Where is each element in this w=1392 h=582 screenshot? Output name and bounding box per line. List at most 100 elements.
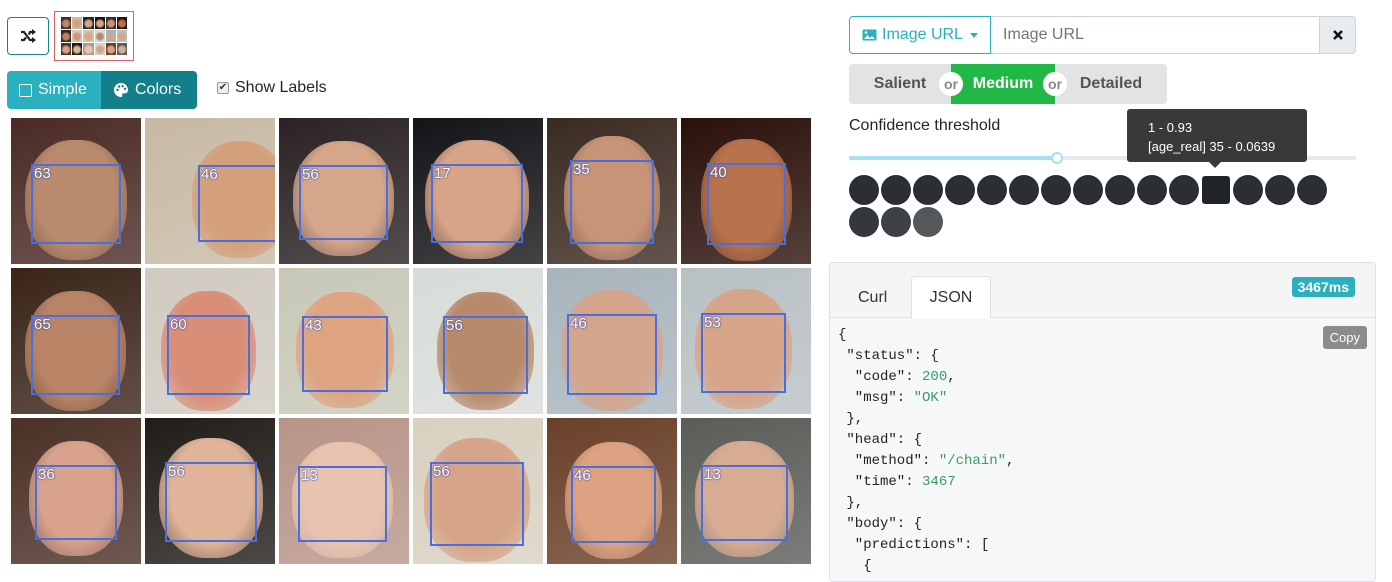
image-url-input[interactable]: [991, 16, 1320, 54]
json-line: "code": 200,: [838, 369, 956, 385]
colors-mode-button[interactable]: Colors: [101, 71, 197, 109]
result-dot[interactable]: [1041, 175, 1071, 205]
face-bounding-box[interactable]: 46: [567, 314, 657, 395]
detail-medium-button[interactable]: Medium: [951, 64, 1055, 104]
face-bounding-box[interactable]: 56: [443, 316, 528, 394]
result-dot[interactable]: [1202, 176, 1230, 204]
face-bounding-box[interactable]: 43: [302, 316, 388, 392]
age-label: 56: [433, 463, 450, 480]
image-grid-thumbnail[interactable]: [54, 11, 134, 61]
age-label: 53: [704, 314, 721, 331]
face-bounding-box[interactable]: 36: [35, 465, 117, 540]
face-bounding-box[interactable]: 46: [571, 466, 656, 543]
result-dot[interactable]: [881, 207, 911, 237]
age-label: 56: [446, 317, 463, 334]
thumbnail-tile: [72, 43, 83, 55]
thumbnail-tile: [105, 43, 116, 55]
result-dot[interactable]: [913, 175, 943, 205]
shuffle-button[interactable]: [7, 17, 49, 55]
input-source-dropdown[interactable]: Image URL: [849, 16, 991, 54]
thumbnail-tile: [61, 17, 72, 29]
slider-handle[interactable]: [1050, 152, 1063, 164]
face-result-tile[interactable]: 40: [681, 118, 811, 264]
face-bounding-box[interactable]: 56: [165, 462, 257, 542]
result-dot[interactable]: [977, 175, 1007, 205]
age-label: 46: [574, 467, 591, 484]
face-result-tile[interactable]: 65: [11, 268, 141, 414]
simple-mode-button[interactable]: Simple: [7, 71, 101, 109]
face-result-tile[interactable]: 56: [145, 418, 275, 564]
clear-button[interactable]: [1320, 16, 1356, 54]
face-result-tile[interactable]: 60: [145, 268, 275, 414]
json-line: "head": {: [838, 432, 923, 448]
json-line: "time": 3467: [838, 474, 956, 490]
timing-badge: 3467ms: [1291, 277, 1355, 297]
or-separator: or: [939, 72, 963, 96]
result-dot[interactable]: [1169, 175, 1199, 205]
result-dot[interactable]: [881, 175, 911, 205]
detail-level-selector: Salient or Medium or Detailed: [849, 64, 1167, 104]
input-source-label: Image URL: [882, 26, 963, 43]
or-separator: or: [1043, 72, 1067, 96]
json-line: {: [838, 327, 847, 343]
face-result-tile[interactable]: 35: [547, 118, 677, 264]
face-bounding-box[interactable]: 40: [707, 163, 786, 245]
simple-label: Simple: [38, 81, 87, 98]
face-bounding-box[interactable]: 60: [167, 315, 250, 395]
thumbnail-tile: [83, 17, 94, 29]
face-result-tile[interactable]: 56: [413, 268, 543, 414]
age-label: 40: [710, 164, 727, 181]
face-result-tile[interactable]: 43: [279, 268, 409, 414]
result-dot[interactable]: [1137, 175, 1167, 205]
result-dot[interactable]: [849, 175, 879, 205]
face-bounding-box[interactable]: 17: [431, 164, 523, 243]
copy-button[interactable]: Copy: [1322, 326, 1367, 349]
result-dot[interactable]: [1105, 175, 1135, 205]
detail-salient-button[interactable]: Salient: [849, 64, 951, 104]
face-bounding-box[interactable]: 65: [31, 315, 120, 395]
age-label: 63: [34, 165, 51, 182]
prediction-tooltip: 1 - 0.93 [age_real] 35 - 0.0639: [1127, 109, 1307, 168]
image-url-input-group: Image URL: [849, 16, 1356, 54]
result-dot[interactable]: [945, 175, 975, 205]
face-result-tile[interactable]: 46: [145, 118, 275, 264]
result-dot[interactable]: [1073, 175, 1103, 205]
face-bounding-box[interactable]: 63: [31, 164, 121, 244]
face-bounding-box[interactable]: 56: [299, 165, 388, 240]
age-label: 17: [434, 165, 451, 182]
face-result-tile[interactable]: 46: [547, 268, 677, 414]
tab-json[interactable]: JSON: [911, 276, 991, 319]
result-dot[interactable]: [913, 207, 943, 237]
thumbnail-tile: [61, 43, 72, 55]
face-result-tile[interactable]: 13: [279, 418, 409, 564]
face-result-tile[interactable]: 56: [413, 418, 543, 564]
result-dot[interactable]: [1297, 175, 1327, 205]
result-dot[interactable]: [849, 207, 879, 237]
face-bounding-box[interactable]: 35: [570, 160, 654, 244]
face-results-grid: 63 46 56 17 35 40 65 60 43 56 46 53 36 56 13 56 46 13: [11, 118, 811, 564]
face-bounding-box[interactable]: 53: [701, 313, 786, 393]
thumbnail-tile: [61, 30, 72, 42]
response-tabs: Curl JSON 3467ms: [830, 263, 1375, 319]
show-labels-toggle[interactable]: ✔ Show Labels: [217, 79, 327, 97]
detail-detailed-button[interactable]: Detailed: [1055, 64, 1167, 104]
result-dot[interactable]: [1233, 175, 1263, 205]
face-result-tile[interactable]: 63: [11, 118, 141, 264]
face-bounding-box[interactable]: 13: [298, 466, 387, 542]
colors-label: Colors: [135, 81, 182, 98]
result-dot[interactable]: [1009, 175, 1039, 205]
face-bounding-box[interactable]: 13: [701, 465, 788, 541]
face-result-tile[interactable]: 17: [413, 118, 543, 264]
tab-curl[interactable]: Curl: [842, 276, 903, 319]
palette-icon: [114, 83, 128, 97]
result-dot[interactable]: [1265, 175, 1295, 205]
face-result-tile[interactable]: 56: [279, 118, 409, 264]
face-result-tile[interactable]: 13: [681, 418, 811, 564]
face-result-tile[interactable]: 36: [11, 418, 141, 564]
show-labels-checkbox[interactable]: ✔: [217, 82, 229, 94]
face-bounding-box[interactable]: 46: [198, 165, 275, 242]
face-result-tile[interactable]: 53: [681, 268, 811, 414]
face-result-tile[interactable]: 46: [547, 418, 677, 564]
json-line: },: [838, 411, 864, 427]
face-bounding-box[interactable]: 56: [430, 462, 524, 546]
